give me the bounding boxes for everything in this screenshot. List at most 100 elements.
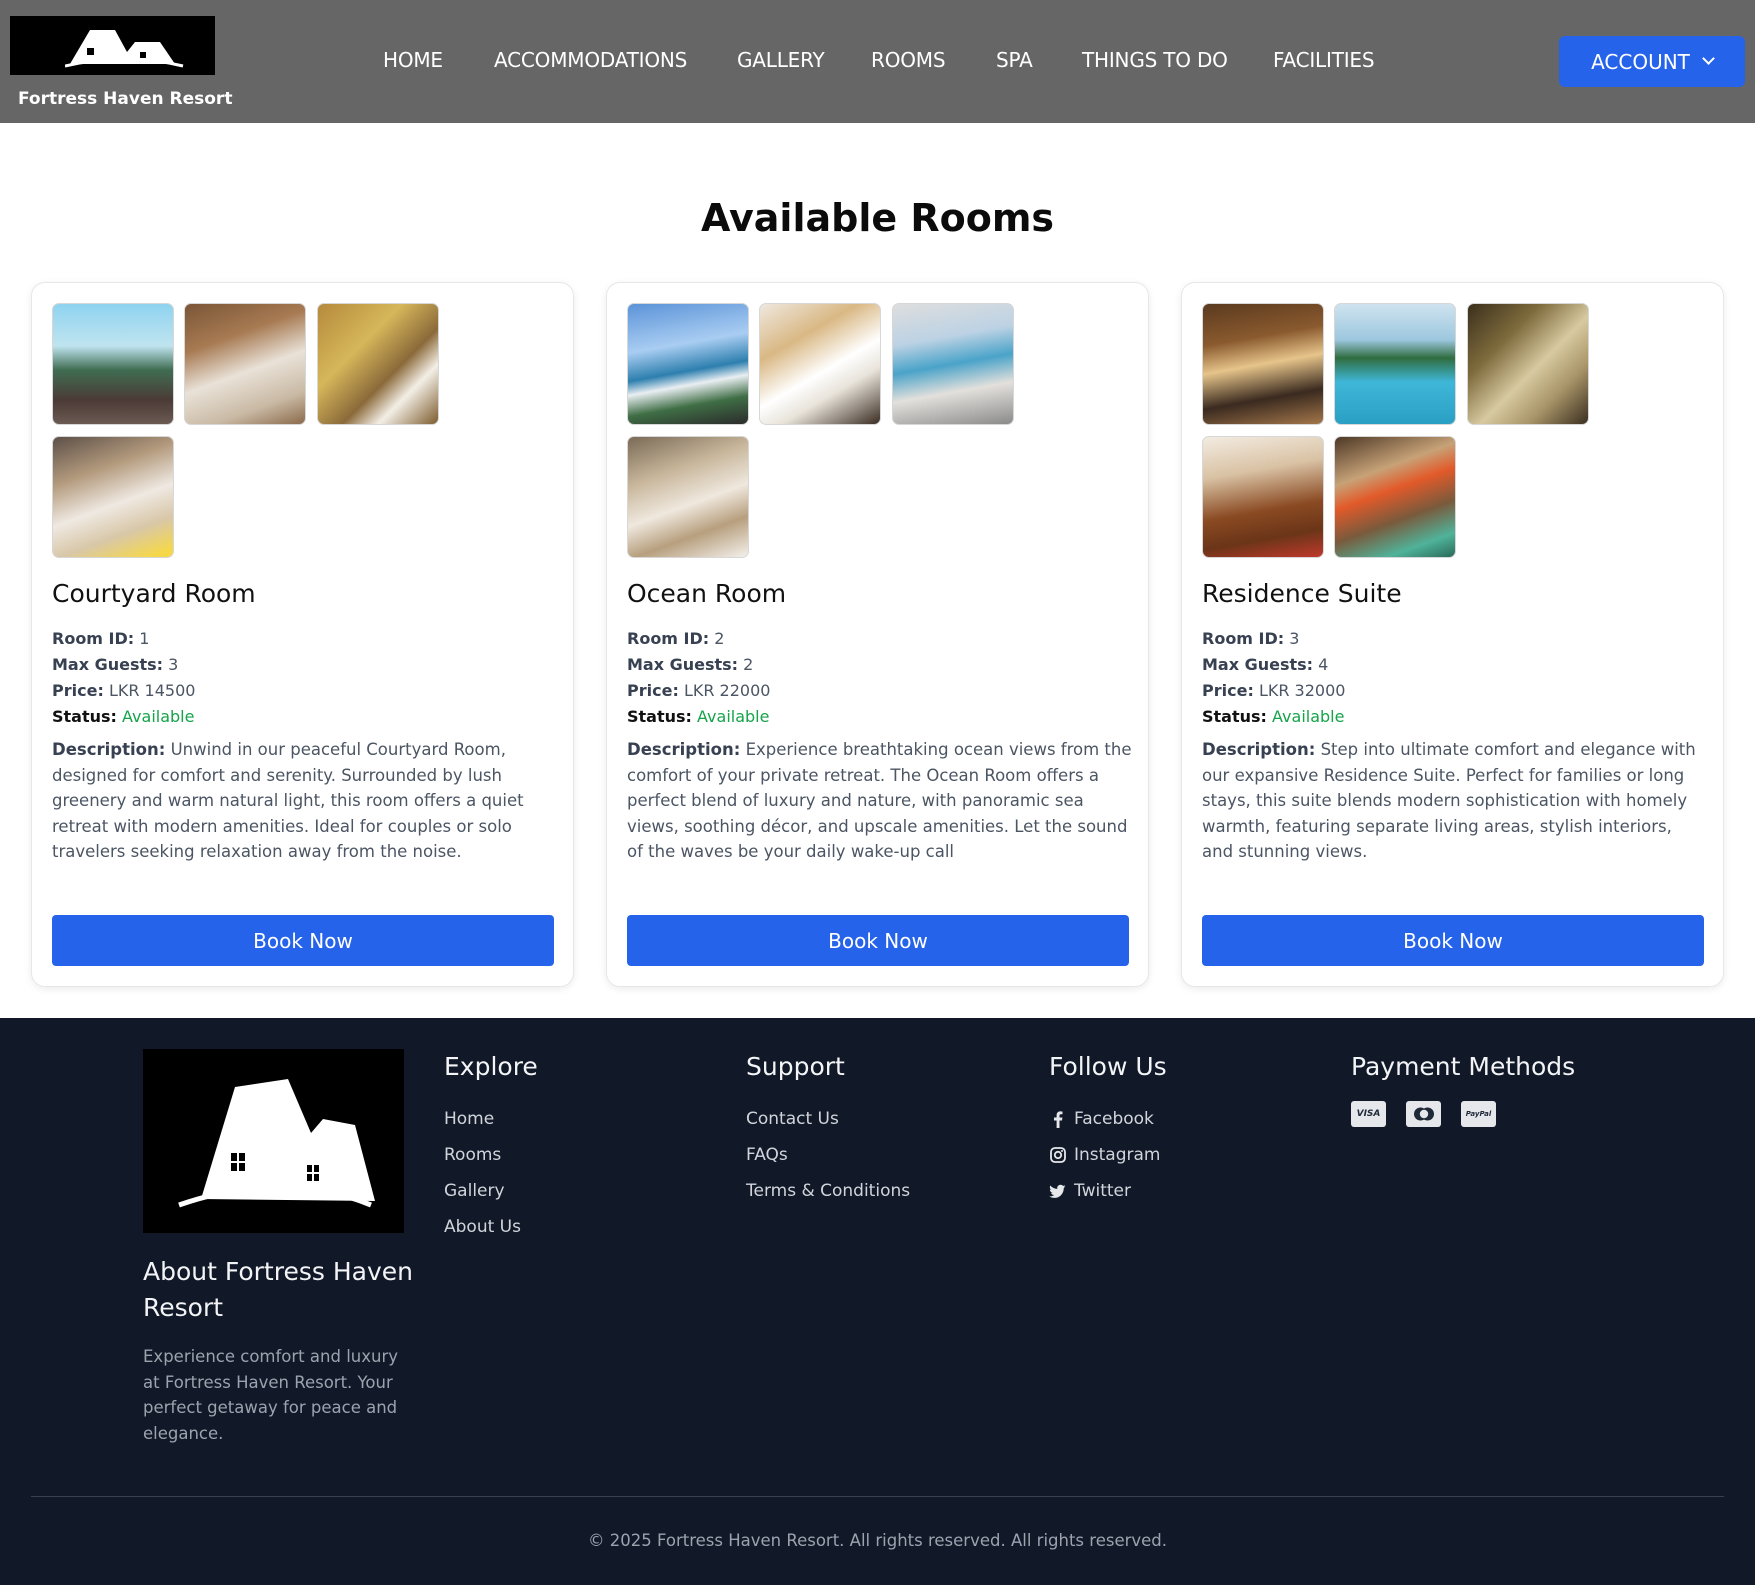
nav-rooms[interactable]: ROOMS: [871, 48, 946, 72]
footer-link-instagram[interactable]: Instagram: [1049, 1137, 1167, 1173]
paypal-icon: PayPal: [1461, 1101, 1496, 1127]
room-id-value: 1: [139, 629, 150, 648]
price-value: LKR 32000: [1258, 681, 1346, 700]
price-label: Price:: [627, 681, 679, 700]
room-card: Residence Suite Room ID: 3 Max Guests: 4…: [1181, 282, 1724, 987]
max-guests-label: Max Guests:: [627, 655, 739, 674]
footer-link-gallery[interactable]: Gallery: [444, 1173, 538, 1209]
footer-link-terms[interactable]: Terms & Conditions: [746, 1173, 910, 1209]
site-footer: About Fortress Haven Resort Experience c…: [0, 1018, 1755, 1585]
room-id-value: 3: [1289, 629, 1300, 648]
room-photo[interactable]: [627, 303, 749, 425]
room-id-label: Room ID:: [52, 629, 135, 648]
room-details: Room ID: 2 Max Guests: 2 Price: LKR 2200…: [627, 626, 770, 730]
copyright: © 2025 Fortress Haven Resort. All rights…: [587, 1531, 1168, 1550]
price-value: LKR 22000: [683, 681, 771, 700]
house-logo-icon: [178, 1079, 375, 1208]
footer-explore: Explore Home Rooms Gallery About Us: [444, 1052, 538, 1245]
footer-link-contact[interactable]: Contact Us: [746, 1101, 910, 1137]
room-card: Courtyard Room Room ID: 1 Max Guests: 3 …: [31, 282, 574, 987]
nav-things-to-do[interactable]: THINGS TO DO: [1082, 48, 1228, 72]
room-description: Description: Step into ultimate comfort …: [1202, 737, 1707, 865]
price-label: Price:: [1202, 681, 1254, 700]
book-now-button[interactable]: Book Now: [52, 915, 554, 966]
twitter-icon: [1049, 1184, 1066, 1199]
max-guests-label: Max Guests:: [1202, 655, 1314, 674]
book-now-button[interactable]: Book Now: [627, 915, 1129, 966]
chevron-down-icon: [1702, 52, 1715, 65]
footer-follow: Follow Us Facebook Instagram Twitter: [1049, 1052, 1167, 1209]
facebook-label: Facebook: [1074, 1109, 1154, 1129]
nav-facilities[interactable]: FACILITIES: [1273, 48, 1375, 72]
room-id-label: Room ID:: [1202, 629, 1285, 648]
footer-link-about[interactable]: About Us: [444, 1209, 538, 1245]
description-label: Description:: [52, 740, 166, 759]
price-label: Price:: [52, 681, 104, 700]
logo[interactable]: [10, 16, 215, 75]
footer-logo: [143, 1049, 404, 1233]
room-photo[interactable]: [52, 303, 174, 425]
description-label: Description:: [1202, 740, 1316, 759]
price-value: LKR 14500: [108, 681, 196, 700]
room-photo[interactable]: [627, 436, 749, 558]
footer-link-rooms[interactable]: Rooms: [444, 1137, 538, 1173]
room-photo[interactable]: [759, 303, 881, 425]
room-name: Residence Suite: [1202, 579, 1402, 608]
footer-divider: [31, 1496, 1724, 1497]
room-photo[interactable]: [317, 303, 439, 425]
description-label: Description:: [627, 740, 741, 759]
room-name: Ocean Room: [627, 579, 787, 608]
mastercard-icon: [1406, 1101, 1441, 1127]
room-description: Description: Unwind in our peaceful Cour…: [52, 737, 557, 865]
twitter-label: Twitter: [1074, 1181, 1131, 1201]
footer-support: Support Contact Us FAQs Terms & Conditio…: [746, 1052, 910, 1209]
footer-link-facebook[interactable]: Facebook: [1049, 1101, 1167, 1137]
room-photo[interactable]: [1202, 436, 1324, 558]
footer-payment-title: Payment Methods: [1351, 1052, 1576, 1081]
room-description: Description: Experience breathtaking oce…: [627, 737, 1132, 865]
status-value: Available: [122, 707, 195, 726]
instagram-label: Instagram: [1074, 1145, 1161, 1165]
status-value: Available: [697, 707, 770, 726]
status-value: Available: [1272, 707, 1345, 726]
site-header: Fortress Haven Resort HOME ACCOMMODATION…: [0, 0, 1755, 123]
brand-name: Fortress Haven Resort: [18, 89, 233, 109]
footer-about-text: Experience comfort and luxury at Fortres…: [143, 1347, 399, 1443]
max-guests-value: 4: [1318, 655, 1329, 674]
footer-support-title: Support: [746, 1052, 845, 1081]
room-photo[interactable]: [1467, 303, 1589, 425]
footer-link-twitter[interactable]: Twitter: [1049, 1173, 1167, 1209]
house-logo-icon: [65, 30, 184, 68]
room-photo[interactable]: [184, 303, 306, 425]
room-photo[interactable]: [1202, 303, 1324, 425]
room-details: Room ID: 1 Max Guests: 3 Price: LKR 1450…: [52, 626, 195, 730]
room-photo[interactable]: [1334, 436, 1456, 558]
footer-link-faqs[interactable]: FAQs: [746, 1137, 910, 1173]
max-guests-value: 2: [743, 655, 754, 674]
account-label: ACCOUNT: [1591, 49, 1690, 74]
room-name: Courtyard Room: [52, 579, 256, 608]
room-photo[interactable]: [892, 303, 1014, 425]
footer-explore-title: Explore: [444, 1052, 538, 1081]
status-label: Status:: [627, 707, 692, 726]
nav-spa[interactable]: SPA: [996, 48, 1033, 72]
book-now-button[interactable]: Book Now: [1202, 915, 1704, 966]
account-button[interactable]: ACCOUNT: [1559, 36, 1745, 87]
nav-home[interactable]: HOME: [383, 48, 443, 72]
nav-gallery[interactable]: GALLERY: [737, 48, 825, 72]
footer-link-home[interactable]: Home: [444, 1101, 538, 1137]
room-photo[interactable]: [1334, 303, 1456, 425]
visa-icon: VISA: [1351, 1101, 1386, 1127]
status-label: Status:: [52, 707, 117, 726]
page-title: Available Rooms: [700, 196, 1055, 240]
room-photo[interactable]: [52, 436, 174, 558]
room-card: Ocean Room Room ID: 2 Max Guests: 2 Pric…: [606, 282, 1149, 987]
max-guests-value: 3: [168, 655, 179, 674]
status-label: Status:: [1202, 707, 1267, 726]
room-details: Room ID: 3 Max Guests: 4 Price: LKR 3200…: [1202, 626, 1345, 730]
max-guests-label: Max Guests:: [52, 655, 164, 674]
room-id-label: Room ID:: [627, 629, 710, 648]
nav-accommodations[interactable]: ACCOMMODATIONS: [494, 48, 687, 72]
room-id-value: 2: [714, 629, 725, 648]
facebook-icon: [1049, 1110, 1066, 1128]
